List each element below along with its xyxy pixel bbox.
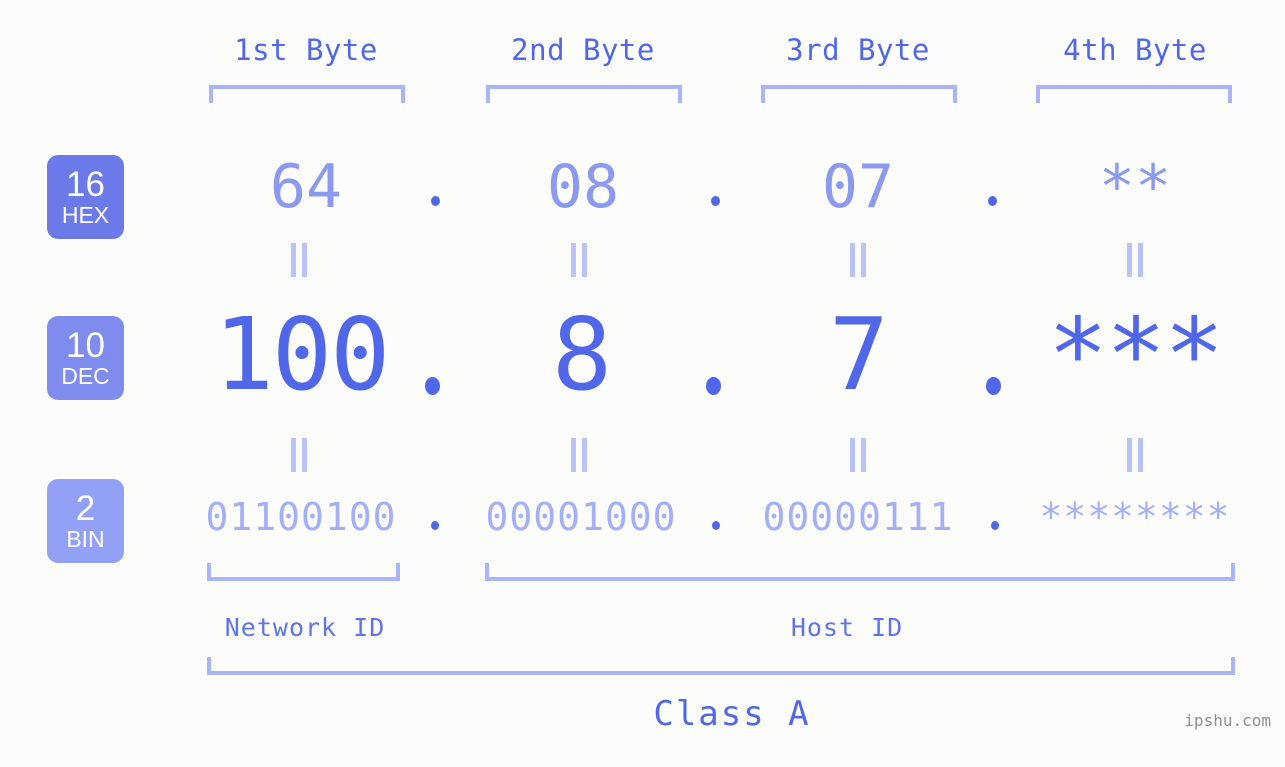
- class-bracket: [207, 657, 1235, 675]
- dec-separator-dot-1: [425, 377, 440, 395]
- byte-bracket-top-1: [209, 85, 405, 103]
- network-id-bracket: [207, 563, 400, 581]
- host-id-label: Host ID: [790, 613, 904, 642]
- equals-mark-hex-dec-2: [569, 243, 591, 277]
- equals-mark-hex-dec-4: [1125, 243, 1147, 277]
- dec-separator-dot-2: [706, 377, 721, 395]
- base-badge-dec[interactable]: 10 DEC: [47, 316, 124, 400]
- hex-separator-dot-3: [988, 196, 997, 206]
- byte-bracket-top-4: [1036, 85, 1232, 103]
- hex-separator-dot-2: [711, 196, 720, 206]
- bin-byte-2: 00001000: [485, 495, 677, 539]
- bin-separator-dot-3: [991, 521, 999, 530]
- base-badge-dec-abbr: DEC: [61, 363, 110, 389]
- hex-separator-dot-1: [431, 196, 440, 206]
- dec-byte-2: 8: [551, 296, 612, 413]
- hex-byte-3: 07: [821, 152, 895, 222]
- bin-byte-3: 00000111: [762, 495, 954, 539]
- equals-mark-hex-dec-1: [289, 243, 311, 277]
- byte-header-4: 4th Byte: [1063, 33, 1207, 67]
- class-label: Class A: [653, 694, 811, 734]
- equals-mark-dec-bin-2: [569, 438, 591, 472]
- base-badge-dec-number: 10: [66, 326, 105, 365]
- dec-byte-4: ***: [1047, 296, 1225, 413]
- hex-byte-2: 08: [546, 152, 620, 222]
- equals-mark-hex-dec-3: [848, 243, 870, 277]
- host-id-bracket: [485, 563, 1235, 581]
- site-watermark: ipshu.com: [1184, 711, 1271, 730]
- dec-separator-dot-3: [986, 377, 1001, 395]
- bin-separator-dot-1: [431, 521, 439, 530]
- equals-mark-dec-bin-1: [289, 438, 311, 472]
- byte-header-1: 1st Byte: [234, 33, 378, 67]
- bin-byte-1: 01100100: [205, 495, 397, 539]
- ip-address-breakdown-diagram: 1st Byte 2nd Byte 3rd Byte 4th Byte 16 H…: [0, 0, 1285, 767]
- bin-separator-dot-2: [712, 521, 720, 530]
- byte-header-2: 2nd Byte: [511, 33, 655, 67]
- equals-mark-dec-bin-3: [848, 438, 870, 472]
- dec-byte-3: 7: [828, 296, 889, 413]
- base-badge-bin[interactable]: 2 BIN: [47, 479, 124, 563]
- byte-bracket-top-3: [761, 85, 957, 103]
- base-badge-hex-number: 16: [66, 165, 105, 204]
- equals-mark-dec-bin-4: [1125, 438, 1147, 472]
- base-badge-hex[interactable]: 16 HEX: [47, 155, 124, 239]
- hex-byte-4: **: [1098, 152, 1172, 222]
- byte-bracket-top-2: [486, 85, 682, 103]
- byte-header-3: 3rd Byte: [786, 33, 930, 67]
- bin-byte-4: ********: [1039, 495, 1231, 539]
- base-badge-hex-abbr: HEX: [61, 202, 110, 228]
- network-id-label: Network ID: [224, 613, 386, 642]
- base-badge-bin-number: 2: [75, 489, 96, 528]
- hex-byte-1: 64: [269, 152, 343, 222]
- dec-byte-1: 100: [213, 296, 391, 413]
- base-badge-bin-abbr: BIN: [66, 526, 105, 552]
